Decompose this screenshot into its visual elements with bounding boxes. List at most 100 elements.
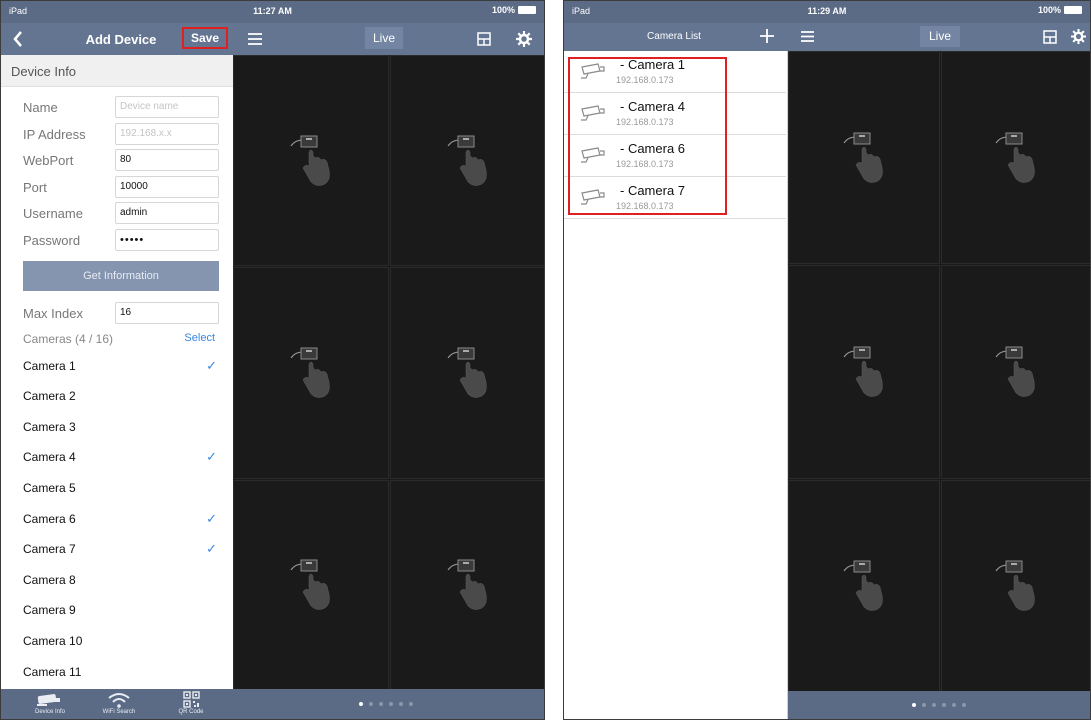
camera-row[interactable]: Camera 5 xyxy=(23,472,219,503)
ip-address-input[interactable]: 192.168.x.x xyxy=(115,123,219,145)
select-button[interactable]: Select xyxy=(184,332,215,344)
back-chevron-icon[interactable] xyxy=(13,31,23,47)
tab-wifi-search[interactable]: WiFi Search xyxy=(99,689,139,719)
webport-label: WebPort xyxy=(23,152,74,168)
battery-icon xyxy=(518,6,536,14)
cameras-header: Cameras (4 / 16) Select xyxy=(23,332,219,348)
video-slot[interactable] xyxy=(233,55,389,267)
tap-to-add-icon xyxy=(447,135,487,186)
camera-row[interactable]: Camera 11 xyxy=(23,656,219,687)
qr-code-icon xyxy=(183,691,200,708)
camera-name: - Camera 4 xyxy=(620,99,686,114)
video-slot[interactable] xyxy=(940,51,1090,265)
checkmark-icon: ✓ xyxy=(206,541,217,557)
live-tab[interactable]: Live xyxy=(920,26,960,47)
camera-icon xyxy=(580,105,606,126)
camera-row-label: Camera 10 xyxy=(23,633,83,648)
tab-device-info[interactable]: Device Info xyxy=(30,689,70,719)
camera-row[interactable]: Camera 1 ✓ xyxy=(23,350,219,381)
gear-icon[interactable] xyxy=(1071,29,1086,44)
camera-row-label: Camera 8 xyxy=(23,572,76,587)
battery-icon xyxy=(1064,6,1082,14)
gear-icon[interactable] xyxy=(516,31,532,47)
tab-qr-code[interactable]: QR Code xyxy=(171,689,211,719)
camera-list-item[interactable]: - Camera 7 192.168.0.173 xyxy=(564,177,786,219)
tap-to-add-icon xyxy=(843,132,883,183)
bottom-tab-bar: Device Info WiFi Search QR Code xyxy=(1,689,544,719)
status-bar: iPad 11:29 AM 100% xyxy=(564,1,1090,23)
webport-input[interactable]: 80 xyxy=(115,149,219,171)
page-indicator[interactable] xyxy=(912,703,966,707)
tap-to-add-icon xyxy=(995,346,1035,397)
wifi-icon xyxy=(108,693,130,708)
camera-row-label: Camera 11 xyxy=(23,664,82,679)
camera-row[interactable]: Camera 6 ✓ xyxy=(23,503,219,534)
bottom-bar xyxy=(788,691,1090,719)
camera-row[interactable]: Camera 7 ✓ xyxy=(23,534,219,565)
camera-list-item[interactable]: - Camera 6 192.168.0.173 xyxy=(564,135,786,177)
video-slot[interactable] xyxy=(788,265,940,479)
camera-row-label: Camera 5 xyxy=(23,480,76,495)
nav-bar: Add Device Save Live xyxy=(1,23,544,55)
tab-device-info-label: Device Info xyxy=(34,709,65,715)
max-index-input[interactable]: 16 xyxy=(115,302,219,324)
menu-icon[interactable] xyxy=(801,31,814,42)
password-label: Password xyxy=(23,232,81,248)
video-slot[interactable] xyxy=(390,479,544,691)
video-slot[interactable] xyxy=(940,265,1090,479)
camera-row[interactable]: Camera 3 xyxy=(23,411,219,442)
password-input[interactable]: ••••• xyxy=(115,229,219,251)
camera-name: - Camera 6 xyxy=(620,141,686,156)
menu-icon[interactable] xyxy=(248,33,262,45)
layout-icon[interactable] xyxy=(1043,30,1057,44)
page-title: Add Device xyxy=(85,32,157,47)
max-index-field: Max Index 16 xyxy=(23,302,219,324)
layout-icon[interactable] xyxy=(477,32,491,46)
checkmark-icon: ✓ xyxy=(206,357,217,373)
video-slot[interactable] xyxy=(390,55,544,267)
camera-icon xyxy=(580,63,606,84)
video-slot[interactable] xyxy=(788,479,940,693)
video-slot[interactable] xyxy=(233,267,389,479)
port-input[interactable]: 10000 xyxy=(115,176,219,198)
camera-ip: 192.168.0.173 xyxy=(616,201,674,211)
battery-percent: 100% xyxy=(1037,5,1061,15)
username-label: Username xyxy=(23,205,83,221)
live-tab[interactable]: Live xyxy=(365,27,403,49)
camera-list-screen: iPad 11:29 AM 100% Camera List Live - Ca… xyxy=(563,0,1091,720)
get-information-button[interactable]: Get Information xyxy=(23,261,219,291)
username-input[interactable]: admin xyxy=(115,202,219,224)
camera-row[interactable]: Camera 8 xyxy=(23,564,219,595)
status-time: 11:27 AM xyxy=(253,6,292,16)
camera-ip: 192.168.0.173 xyxy=(616,117,674,127)
name-field: Name Device name xyxy=(23,96,219,118)
page-indicator[interactable] xyxy=(359,702,413,706)
name-input[interactable]: Device name xyxy=(115,96,219,118)
camera-row-label: Camera 4 xyxy=(23,450,76,465)
name-label: Name xyxy=(23,99,58,115)
camera-row[interactable]: Camera 2 xyxy=(23,381,219,412)
cameras-count-label: Cameras (4 / 16) xyxy=(23,332,114,346)
tap-to-add-icon xyxy=(995,560,1035,612)
video-slot[interactable] xyxy=(940,479,1090,693)
save-button[interactable]: Save xyxy=(182,27,228,49)
camera-name: - Camera 7 xyxy=(620,183,686,198)
camera-icon xyxy=(580,147,606,168)
video-slot[interactable] xyxy=(233,479,389,691)
tap-to-add-icon xyxy=(447,347,487,398)
status-time: 11:29 AM xyxy=(807,6,847,16)
camera-row[interactable]: Camera 4 ✓ xyxy=(23,442,219,473)
camera-row[interactable]: Camera 10 xyxy=(23,625,219,656)
video-slot[interactable] xyxy=(390,267,544,479)
camera-ip: 192.168.0.173 xyxy=(616,159,674,169)
tap-to-add-icon xyxy=(447,559,487,611)
video-slot[interactable] xyxy=(788,51,940,265)
camera-list-item[interactable]: - Camera 4 192.168.0.173 xyxy=(564,93,786,135)
tap-to-add-icon xyxy=(290,347,330,398)
camera-row[interactable]: Camera 9 xyxy=(23,595,219,626)
add-icon[interactable] xyxy=(760,29,774,43)
port-label: Port xyxy=(23,179,47,195)
camera-list-item[interactable]: - Camera 1 192.168.0.173 xyxy=(564,51,786,93)
page-title: Camera List xyxy=(647,31,701,42)
ip-address-label: IP Address xyxy=(23,126,86,142)
